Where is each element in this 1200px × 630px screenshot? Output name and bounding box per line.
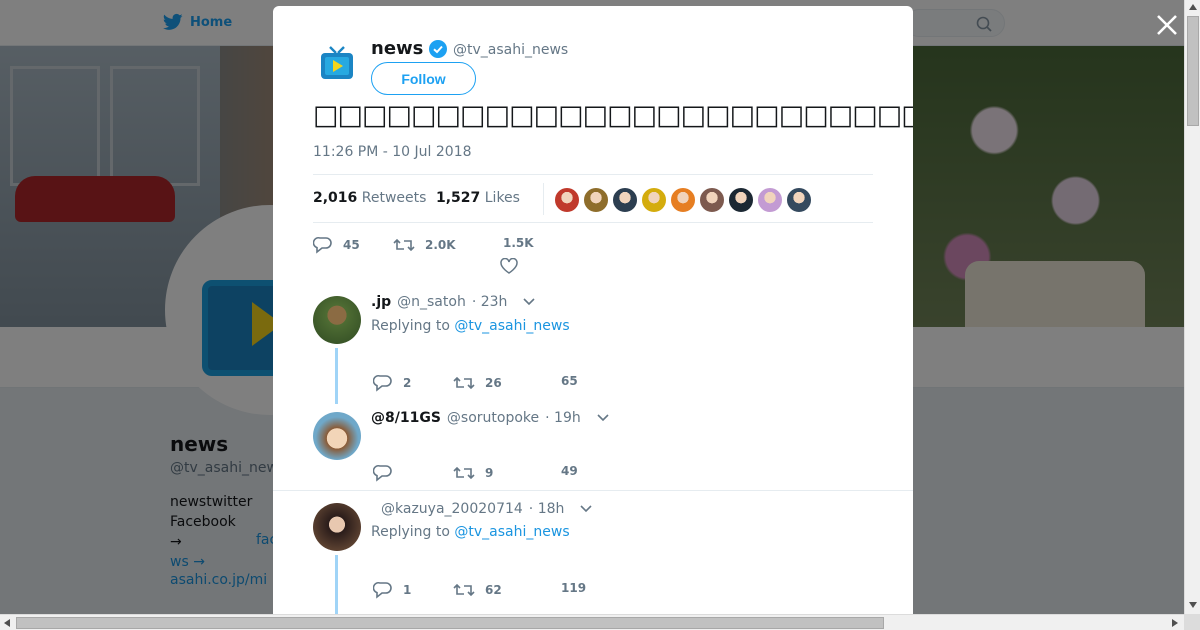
like-action[interactable]: 49 bbox=[561, 464, 578, 478]
reply-icon bbox=[373, 464, 392, 482]
reply-avatar[interactable] bbox=[313, 412, 361, 460]
replying-to: Replying to @tv_asahi_news bbox=[371, 524, 570, 540]
reply-header: @8/11GS @sorutopoke · 19h bbox=[371, 410, 609, 426]
retweets-stat[interactable]: 2,016 Retweets bbox=[313, 190, 426, 206]
reply-action[interactable]: 1 bbox=[373, 581, 411, 599]
liker-avatar[interactable] bbox=[641, 187, 667, 213]
liker-avatar[interactable] bbox=[786, 187, 812, 213]
retweet-icon bbox=[453, 376, 475, 390]
thread-line bbox=[335, 555, 338, 614]
retweet-icon bbox=[453, 583, 475, 597]
scroll-down-arrow-icon[interactable] bbox=[1189, 602, 1197, 608]
scroll-right-arrow-icon[interactable] bbox=[1172, 619, 1178, 627]
tweet-text: □□□□□□□□□□□□□□□□□□□□□□□□□□□□□□□□□□□□□□□□ bbox=[313, 100, 913, 131]
like-action[interactable]: 119 bbox=[561, 581, 586, 595]
reply-item[interactable]: .jp @n_satoh · 23h Replying to @tv_asahi… bbox=[273, 284, 913, 404]
retweet-action[interactable]: 26 bbox=[453, 374, 502, 392]
reply-icon bbox=[373, 581, 392, 599]
reply-action[interactable]: 45 bbox=[313, 236, 360, 254]
reply-header: .jp @n_satoh · 23h bbox=[371, 294, 535, 310]
horizontal-scrollbar[interactable] bbox=[0, 614, 1184, 630]
author-name[interactable]: news bbox=[371, 38, 448, 59]
reply-avatar[interactable] bbox=[313, 296, 361, 344]
reply-header: @kazuya_20020714 · 18h bbox=[375, 501, 592, 517]
tweet-stats: 2,016 Retweets 1,527 Likes bbox=[313, 174, 873, 223]
close-icon[interactable] bbox=[1154, 12, 1180, 38]
liker-avatar[interactable] bbox=[670, 187, 696, 213]
liker-avatars bbox=[554, 187, 815, 213]
reply-icon bbox=[373, 374, 392, 392]
retweet-icon bbox=[453, 466, 475, 480]
reply-item[interactable]: @kazuya_20020714 · 18h Replying to @tv_a… bbox=[273, 491, 913, 614]
reply-action[interactable]: 2 bbox=[373, 374, 411, 392]
retweet-action[interactable]: 62 bbox=[453, 581, 502, 599]
heart-icon[interactable] bbox=[500, 258, 518, 274]
vertical-scrollbar[interactable] bbox=[1184, 0, 1200, 614]
reply-actions: 9 49 bbox=[371, 464, 671, 484]
like-action[interactable]: 1.5K bbox=[503, 236, 534, 250]
reply-action[interactable] bbox=[373, 464, 403, 482]
liker-avatar[interactable] bbox=[583, 187, 609, 213]
tweet-actions: 45 2.0K 1.5K bbox=[313, 234, 873, 284]
reply-actions: 1 62 119 bbox=[371, 581, 671, 601]
chevron-down-icon[interactable] bbox=[580, 505, 592, 513]
liker-avatar[interactable] bbox=[554, 187, 580, 213]
retweet-action[interactable]: 2.0K bbox=[393, 236, 456, 254]
tweet-modal: news @tv_asahi_news Follow □□□□□□□□□□□□□… bbox=[273, 6, 913, 614]
author-avatar[interactable] bbox=[313, 40, 361, 88]
liker-avatar[interactable] bbox=[699, 187, 725, 213]
author-handle[interactable]: @tv_asahi_news bbox=[453, 42, 568, 58]
like-action[interactable]: 65 bbox=[561, 374, 578, 388]
liker-avatar[interactable] bbox=[728, 187, 754, 213]
stats-divider bbox=[543, 183, 544, 215]
retweet-icon bbox=[393, 238, 415, 252]
replying-to: Replying to @tv_asahi_news bbox=[371, 318, 570, 334]
thread-line bbox=[335, 348, 338, 404]
follow-button[interactable]: Follow bbox=[371, 62, 476, 95]
horizontal-scroll-thumb[interactable] bbox=[16, 617, 884, 629]
reply-item[interactable]: @8/11GS @sorutopoke · 19h 9 49 bbox=[273, 402, 913, 490]
scroll-left-arrow-icon[interactable] bbox=[4, 619, 10, 627]
scroll-up-arrow-icon[interactable] bbox=[1189, 4, 1197, 10]
liker-avatar[interactable] bbox=[757, 187, 783, 213]
chevron-down-icon[interactable] bbox=[597, 414, 609, 422]
tweet-timestamp[interactable]: 11:26 PM - 10 Jul 2018 bbox=[313, 144, 472, 160]
reply-icon bbox=[313, 236, 332, 254]
vertical-scroll-thumb[interactable] bbox=[1187, 16, 1199, 126]
scrollbar-corner bbox=[1184, 614, 1200, 630]
replying-to-link[interactable]: @tv_asahi_news bbox=[454, 524, 569, 540]
retweet-action[interactable]: 9 bbox=[453, 464, 493, 482]
chevron-down-icon[interactable] bbox=[523, 298, 535, 306]
replying-to-link[interactable]: @tv_asahi_news bbox=[454, 318, 569, 334]
reply-avatar[interactable] bbox=[313, 503, 361, 551]
reply-actions: 2 26 65 bbox=[371, 374, 671, 394]
liker-avatar[interactable] bbox=[612, 187, 638, 213]
likes-stat[interactable]: 1,527 Likes bbox=[436, 190, 520, 206]
verified-badge-icon bbox=[429, 39, 448, 58]
